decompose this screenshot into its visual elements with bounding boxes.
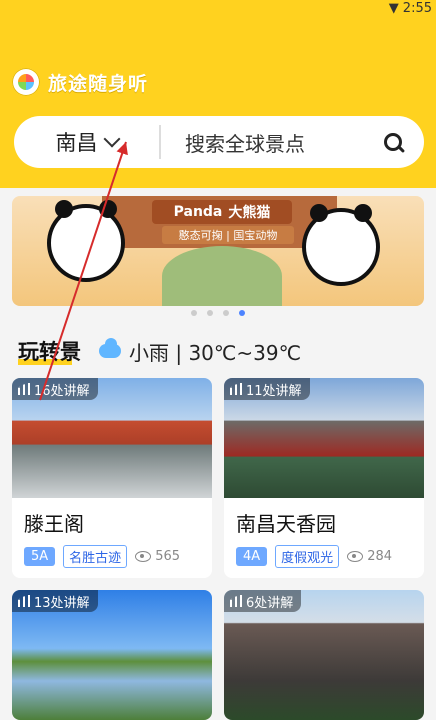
city-selector[interactable]: 南昌 [14, 127, 159, 157]
audio-bars-icon [18, 383, 30, 395]
status-time: 2:55 [402, 0, 432, 16]
carousel-dot[interactable] [223, 310, 229, 316]
attraction-card[interactable]: 11处讲解 南昌天香园 4A 度假观光 284 [224, 378, 424, 578]
pagoda-illustration [162, 246, 282, 306]
cloud-rain-icon [99, 338, 121, 358]
search-input[interactable]: 搜索全球景点 [161, 128, 384, 157]
section-header: 玩转景 小雨 | 30℃~39℃ [18, 336, 301, 366]
chevron-down-icon [103, 130, 120, 148]
city-label: 南昌 [55, 131, 98, 155]
app-title: 旅途随身听 [12, 68, 148, 96]
app-logo-icon [12, 68, 40, 96]
type-badge: 名胜古迹 [63, 545, 128, 568]
banner-word-en: Panda [173, 204, 223, 220]
attraction-photo: 13处讲解 [12, 590, 212, 720]
attraction-card[interactable]: 16处讲解 滕王阁 5A 名胜古迹 565 [12, 378, 212, 578]
audio-count-badge: 6处讲解 [224, 590, 302, 612]
tag-row: 4A 度假观光 284 [224, 545, 424, 578]
attraction-name: 南昌天香园 [236, 512, 336, 536]
search-icon[interactable] [384, 133, 402, 151]
section-title: 玩转景 [18, 336, 81, 366]
search-bar[interactable]: 南昌 搜索全球景点 [14, 116, 424, 168]
panda-illustration [302, 204, 380, 286]
eye-icon [135, 551, 152, 562]
audio-bars-icon [230, 383, 242, 395]
view-count: 284 [347, 549, 392, 564]
status-bar: ▼ 2:55 [389, 0, 432, 16]
attraction-card[interactable]: 13处讲解 [12, 590, 212, 720]
panda-illustration [47, 200, 125, 282]
attraction-photo: 11处讲解 [224, 378, 424, 498]
type-badge: 度假观光 [275, 545, 340, 568]
weather-text: 小雨 | 30℃~39℃ [129, 340, 302, 365]
tag-row: 5A 名胜古迹 565 [12, 545, 212, 578]
app-name: 旅途随身听 [48, 72, 149, 95]
audio-count-badge: 16处讲解 [12, 378, 98, 400]
audio-count: 6处讲解 [246, 595, 294, 611]
carousel-indicator [0, 310, 436, 316]
promo-banner[interactable]: Panda 大熊猫 憨态可掬 | 国宝动物 [12, 196, 424, 306]
banner-title: Panda 大熊猫 [152, 200, 292, 224]
views-value: 284 [367, 549, 393, 564]
carousel-dot[interactable] [207, 310, 213, 316]
audio-count: 11处讲解 [246, 383, 302, 399]
banner-word-cn: 大熊猫 [228, 205, 271, 221]
carousel-dot[interactable] [191, 310, 197, 316]
attraction-photo: 16处讲解 [12, 378, 212, 498]
audio-bars-icon [18, 595, 30, 607]
grade-badge: 4A [236, 547, 268, 566]
grade-badge: 5A [24, 547, 56, 566]
carousel-dot-active[interactable] [239, 310, 245, 316]
audio-bars-icon [230, 595, 242, 607]
view-count: 565 [135, 549, 180, 564]
audio-count: 13处讲解 [34, 595, 90, 611]
attraction-name: 滕王阁 [24, 512, 84, 536]
banner-subtitle: 憨态可掬 | 国宝动物 [162, 226, 294, 244]
views-value: 565 [155, 549, 181, 564]
attraction-photo: 6处讲解 [224, 590, 424, 720]
wifi-icon: ▼ [388, 0, 399, 16]
audio-count-badge: 13处讲解 [12, 590, 98, 612]
audio-count: 16处讲解 [34, 383, 90, 399]
attraction-card[interactable]: 6处讲解 [224, 590, 424, 720]
eye-icon [347, 551, 364, 562]
audio-count-badge: 11处讲解 [224, 378, 310, 400]
